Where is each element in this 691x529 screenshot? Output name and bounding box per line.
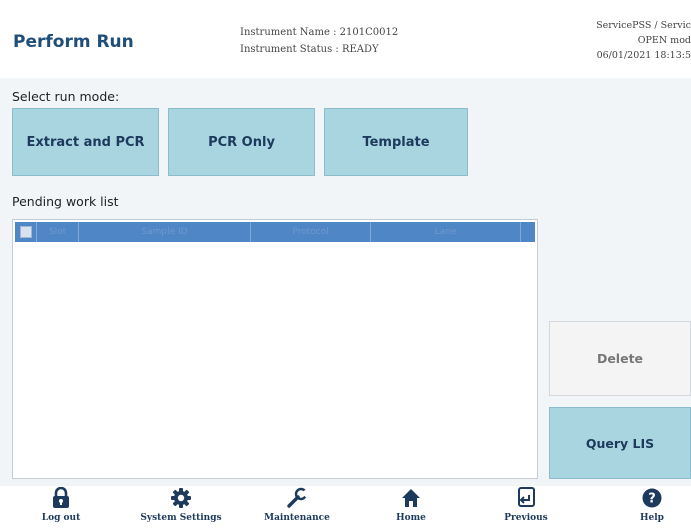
select-all-header: [15, 222, 37, 242]
select-all-checkbox[interactable]: [19, 226, 32, 238]
wrench-icon: [285, 486, 309, 510]
logout-label: Log out: [41, 513, 81, 523]
column-header-protocol[interactable]: Protocol: [251, 222, 371, 242]
footer-nav: Log out System Settings Maintenance Home…: [0, 486, 691, 529]
date-time: 06/01/2021 18:13:5: [596, 50, 691, 61]
instrument-info: Instrument Name : 2101C0012 Instrument S…: [240, 24, 398, 58]
run-mode-label: Select run mode:: [12, 89, 120, 104]
logout-button[interactable]: Log out: [35, 486, 87, 529]
maintenance-button[interactable]: Maintenance: [252, 486, 342, 529]
column-header-lane[interactable]: Lane: [371, 222, 521, 242]
pending-worklist-table[interactable]: Slot Sample ID Protocol Lane: [12, 219, 538, 479]
home-icon: [399, 486, 423, 510]
instrument-name: Instrument Name : 2101C0012: [240, 27, 399, 38]
pcr-only-button[interactable]: PCR Only: [168, 108, 315, 176]
delete-button[interactable]: Delete: [549, 321, 691, 396]
system-settings-label: System Settings: [140, 513, 222, 523]
access-mode: OPEN mod: [637, 35, 691, 46]
extract-and-pcr-button[interactable]: Extract and PCR: [12, 108, 159, 176]
instrument-status: Instrument Status : READY: [240, 44, 379, 55]
page-title: Perform Run: [13, 32, 134, 52]
user-info: ServicePSS / Servic OPEN mod 06/01/2021 …: [596, 18, 691, 63]
help-label: Help: [640, 513, 664, 523]
home-label: Home: [396, 513, 426, 523]
maintenance-label: Maintenance: [264, 513, 330, 523]
previous-icon: [514, 486, 538, 510]
query-lis-button[interactable]: Query LIS: [549, 407, 691, 479]
system-settings-button[interactable]: System Settings: [131, 486, 231, 529]
user-name: ServicePSS / Servic: [596, 20, 691, 31]
home-button[interactable]: Home: [385, 486, 437, 529]
column-header-slot[interactable]: Slot: [37, 222, 79, 242]
previous-button[interactable]: Previous: [495, 486, 557, 529]
worklist-label: Pending work list: [12, 194, 119, 209]
lock-icon: [49, 486, 73, 510]
gear-icon: [169, 486, 193, 510]
column-header-spacer: [521, 222, 535, 242]
help-icon: ?: [640, 486, 664, 510]
header-bar: Perform Run Instrument Name : 2101C0012 …: [0, 0, 691, 78]
svg-text:?: ?: [648, 492, 656, 507]
help-button[interactable]: ? Help: [628, 486, 676, 529]
column-header-sample-id[interactable]: Sample ID: [79, 222, 251, 242]
template-button[interactable]: Template: [324, 108, 468, 176]
previous-label: Previous: [504, 513, 548, 523]
table-header: Slot Sample ID Protocol Lane: [15, 222, 535, 242]
